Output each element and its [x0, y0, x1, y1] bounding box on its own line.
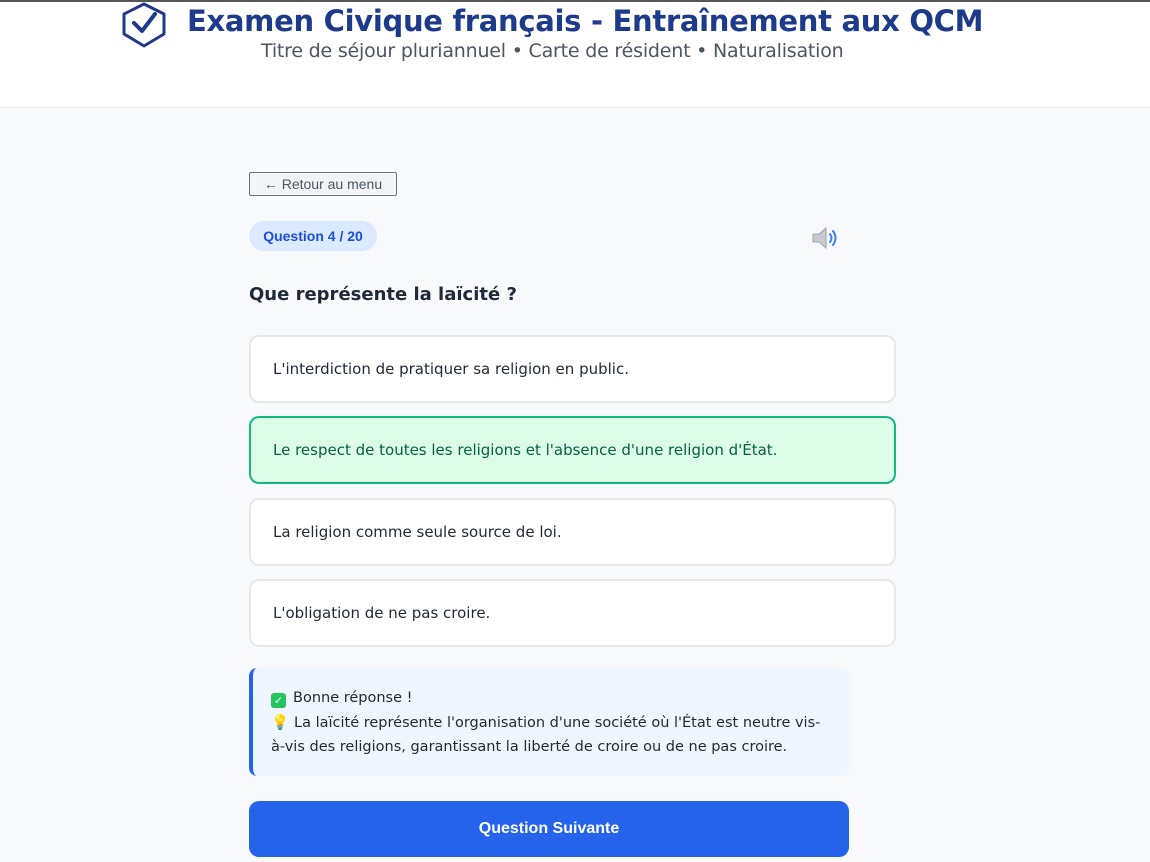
back-to-menu-button[interactable]: ← Retour au menu: [249, 172, 397, 196]
page-header: Examen Civique français - Entraînement a…: [0, 2, 1150, 108]
answer-option-4[interactable]: L'obligation de ne pas croire.: [249, 579, 896, 647]
question-progress-badge: Question 4 / 20: [249, 221, 377, 251]
answer-option-2-correct[interactable]: Le respect de toutes les religions et l'…: [249, 416, 896, 484]
feedback-explanation: La laïcité représente l'organisation d'u…: [271, 714, 821, 756]
feedback-status-line: ✓ Bonne réponse !: [271, 686, 831, 711]
question-text: Que représente la laïcité ?: [249, 284, 517, 305]
next-question-button[interactable]: Question Suivante: [249, 801, 849, 857]
answer-feedback-panel: ✓ Bonne réponse ! 💡 La laïcité représente …: [249, 668, 849, 776]
answer-option-3[interactable]: La religion comme seule source de loi.: [249, 498, 896, 566]
speaker-icon[interactable]: [810, 225, 840, 251]
feedback-explanation-line: 💡 La laïcité représente l'organisation d'…: [271, 711, 831, 760]
app-title: Examen Civique français - Entraînement a…: [187, 4, 984, 38]
app-subtitle: Titre de séjour pluriannuel • Carte de r…: [261, 40, 844, 62]
feedback-status: Bonne réponse !: [293, 690, 413, 706]
shield-check-icon: [122, 2, 166, 48]
light-bulb-icon: 💡: [271, 714, 290, 731]
answer-option-1[interactable]: L'interdiction de pratiquer sa religion …: [249, 335, 896, 403]
check-mark-icon: ✓: [271, 693, 286, 708]
